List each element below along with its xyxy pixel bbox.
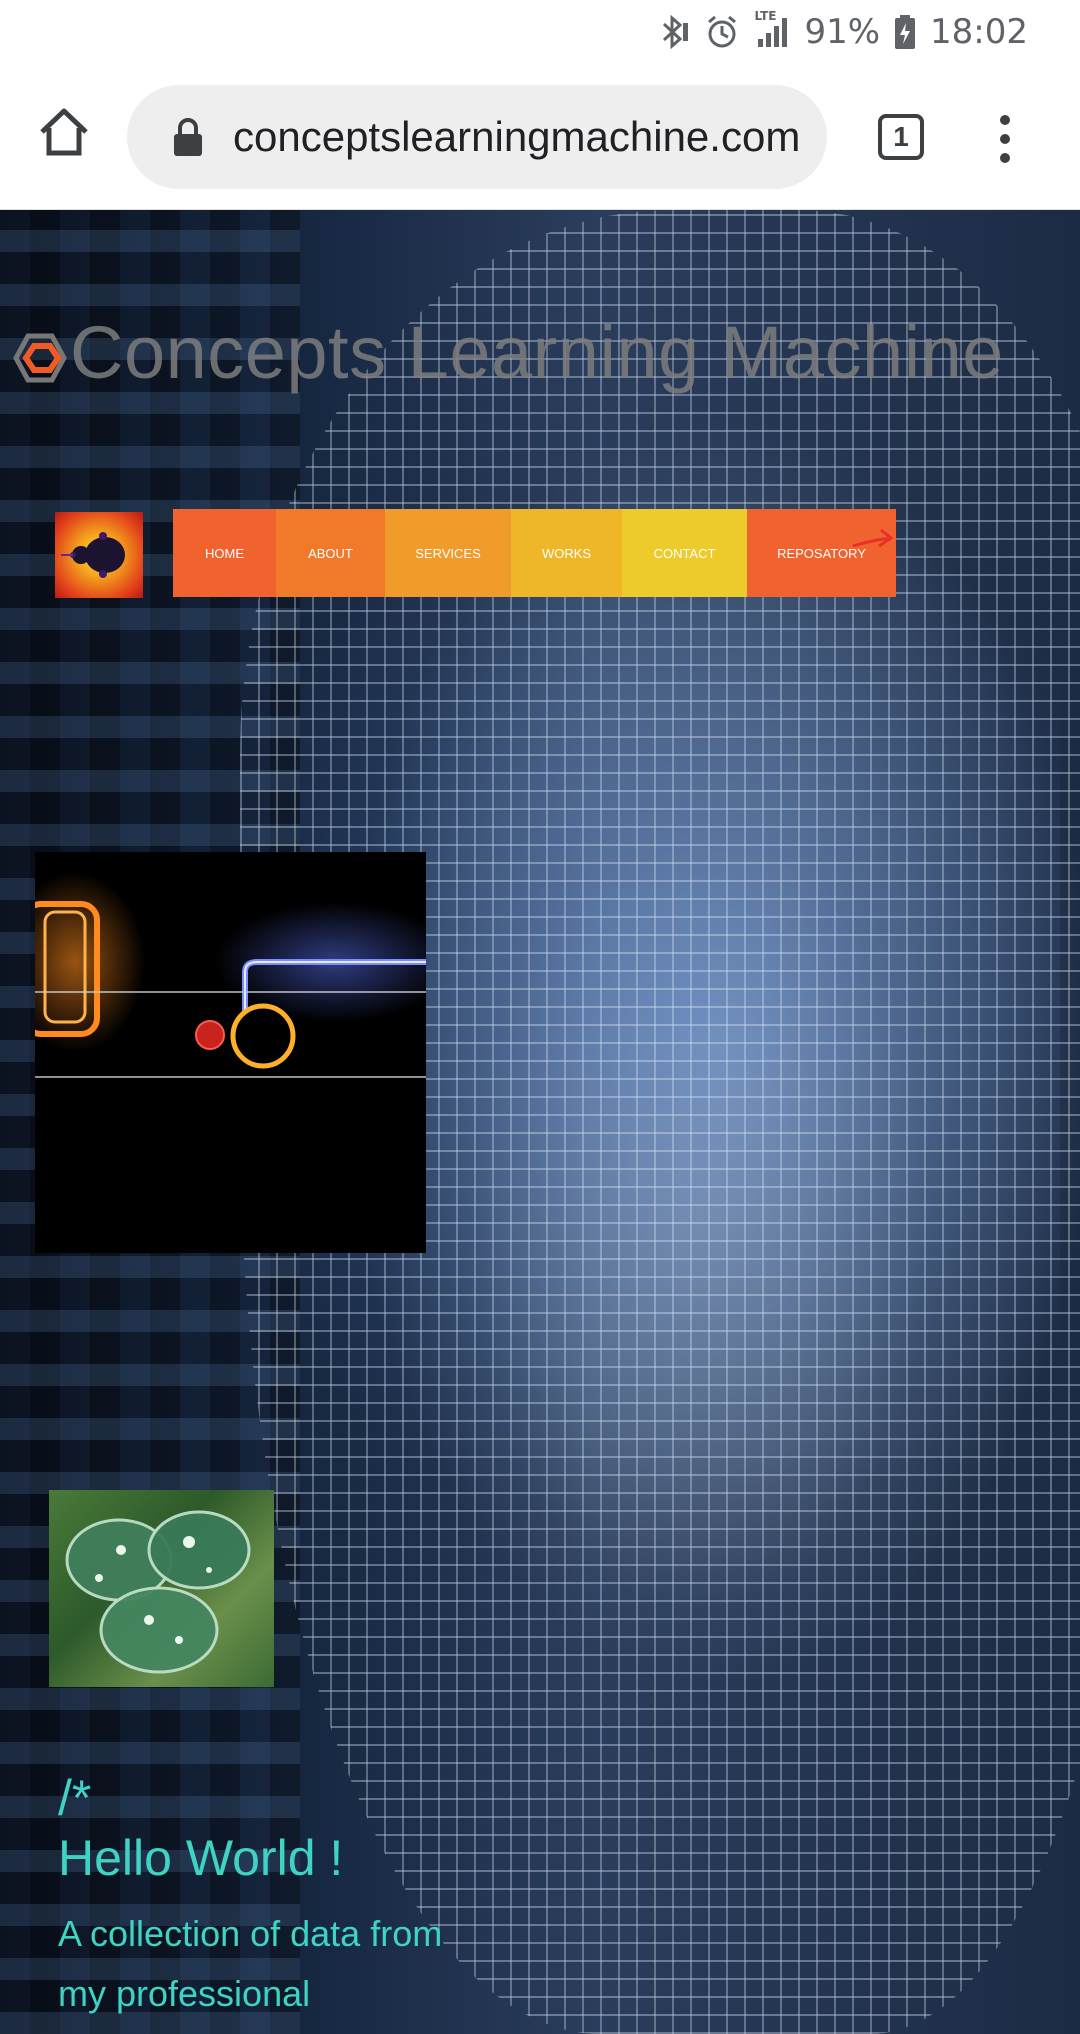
nav-contact[interactable]: CONTACT (622, 509, 747, 597)
fractal-logo-image[interactable] (55, 512, 143, 598)
address-bar[interactable]: conceptslearningmachine.com (127, 85, 827, 189)
nav-services[interactable]: SERVICES (385, 509, 511, 597)
site-title: Concepts Learning Machine (70, 311, 1004, 394)
nav-works[interactable]: WORKS (511, 509, 622, 597)
network-type-label: LTE (754, 9, 777, 23)
tab-switcher-button[interactable]: 1 (878, 114, 924, 160)
nav-home[interactable]: HOME (173, 509, 276, 597)
url-text[interactable]: conceptslearningmachine.com (233, 113, 813, 161)
clock-time: 18:02 (930, 12, 1028, 52)
hexagon-logo-icon (13, 333, 67, 383)
animation-video[interactable] (35, 852, 426, 1253)
hello-heading: Hello World ! (58, 1830, 344, 1886)
intro-text-block: /* Hello World ! A collection of data fr… (58, 1770, 478, 2024)
lock-icon (174, 118, 202, 156)
main-nav: HOME ABOUT SERVICES WORKS CONTACT REPOSA… (173, 509, 896, 597)
clover-leaf-image (49, 1490, 274, 1687)
battery-charging-icon (894, 14, 916, 50)
nav-about[interactable]: ABOUT (276, 509, 385, 597)
browser-toolbar: conceptslearningmachine.com 1 (0, 64, 1080, 210)
arrow-icon (852, 528, 894, 548)
status-bar: LTE 91% 18:02 (0, 0, 1080, 64)
nav-repository[interactable]: REPOSATORY (747, 509, 896, 597)
code-comment-text: /* (58, 1770, 92, 1826)
bluetooth-icon (656, 15, 690, 49)
home-icon[interactable] (36, 104, 92, 160)
page-content: Concepts Learning Machine HOME ABOUT SER… (0, 210, 1080, 2034)
signal-icon: LTE (754, 9, 790, 49)
alarm-icon (704, 14, 740, 50)
more-options-icon[interactable] (990, 112, 1020, 166)
battery-percent: 91% (804, 12, 881, 52)
intro-description: A collection of data from my professiona… (58, 1913, 443, 2014)
